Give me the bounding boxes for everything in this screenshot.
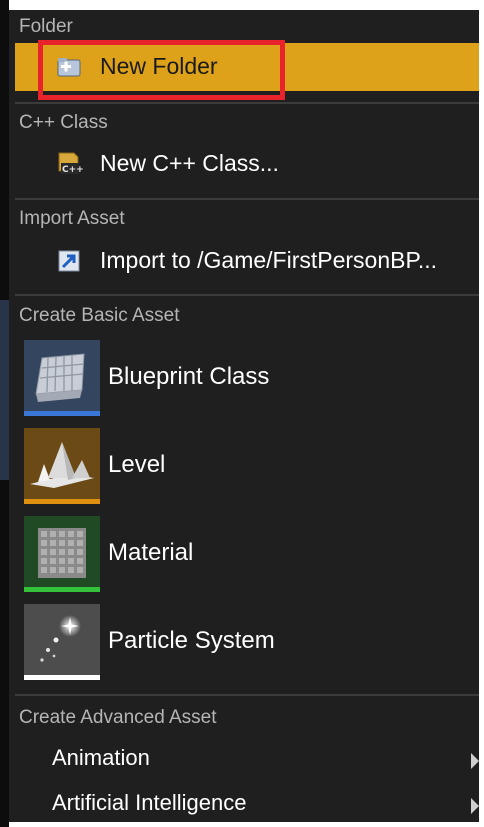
background-panel-strip: [0, 300, 9, 480]
import-asset-menu-item[interactable]: Import to /Game/FirstPersonBP...: [15, 238, 479, 284]
artificial-intelligence-submenu-item[interactable]: Artificial Intelligence: [15, 784, 479, 822]
section-header-import-asset: Import Asset: [19, 208, 125, 229]
animation-submenu-item[interactable]: Animation: [15, 739, 479, 781]
blueprint-class-label: Blueprint Class: [108, 363, 270, 390]
material-menu-item[interactable]: Material: [15, 516, 479, 600]
particle-system-icon: [24, 604, 100, 680]
section-header-advanced-asset: Create Advanced Asset: [19, 707, 217, 728]
level-icon: [24, 428, 100, 504]
import-asset-label: Import to /Game/FirstPersonBP...: [100, 247, 438, 273]
section-header-basic-asset: Create Basic Asset: [19, 305, 180, 326]
material-icon: [24, 516, 100, 592]
annotation-highlight-box: [38, 40, 285, 100]
blueprint-class-icon: [24, 340, 100, 416]
particle-system-label: Particle System: [108, 627, 275, 654]
import-icon: [54, 246, 84, 276]
cpp-class-icon: C++: [54, 149, 84, 179]
material-accent-bar: [24, 587, 100, 592]
material-label: Material: [108, 539, 194, 566]
screenshot-frame: Folder New Folder C++ Class C++ New C++ …: [0, 0, 484, 827]
level-label: Level: [108, 451, 166, 478]
add-new-context-menu: Folder New Folder C++ Class C++ New C++ …: [9, 10, 479, 822]
section-divider: [15, 198, 479, 200]
level-accent-bar: [24, 499, 100, 504]
section-header-cpp-class: C++ Class: [19, 112, 108, 133]
particle-system-menu-item[interactable]: Particle System: [15, 604, 479, 688]
section-divider: [15, 294, 479, 296]
svg-text:C++: C++: [62, 165, 84, 175]
section-divider: [15, 102, 479, 104]
background-editor-edge: [0, 0, 9, 827]
level-menu-item[interactable]: Level: [15, 428, 479, 512]
section-divider: [15, 694, 479, 696]
submenu-arrow-icon: [471, 753, 479, 769]
new-cpp-class-menu-item[interactable]: C++ New C++ Class...: [15, 141, 479, 187]
blueprint-class-accent-bar: [24, 411, 100, 416]
section-header-folder: Folder: [19, 16, 73, 37]
animation-label: Animation: [52, 745, 150, 770]
blueprint-class-menu-item[interactable]: Blueprint Class: [15, 340, 479, 424]
submenu-arrow-icon: [471, 798, 479, 814]
new-cpp-class-label: New C++ Class...: [100, 150, 279, 176]
particle-system-accent-bar: [24, 675, 100, 680]
artificial-intelligence-label: Artificial Intelligence: [52, 790, 247, 815]
